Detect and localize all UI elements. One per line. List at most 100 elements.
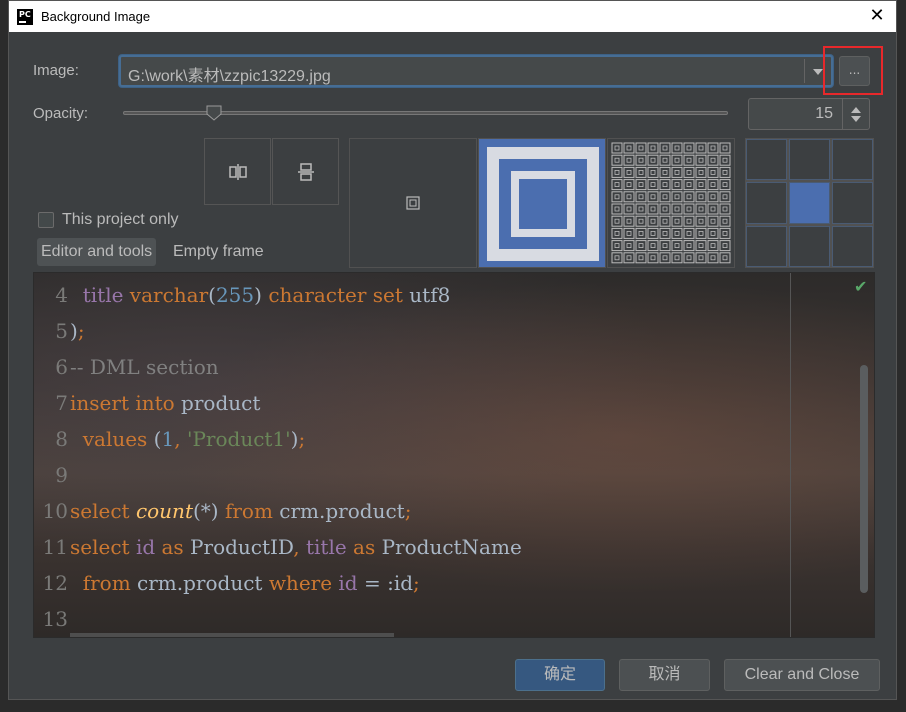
spin-up-icon[interactable]: [851, 107, 861, 113]
code-token: ;: [298, 427, 306, 451]
spinner-separator: [842, 99, 843, 129]
anchor-top-center[interactable]: [789, 139, 830, 181]
anchor-top-left[interactable]: [746, 139, 787, 181]
this-project-only-label[interactable]: This project only: [62, 211, 179, 229]
image-path-combo[interactable]: G:\work\素材\zzpic13229.jpg: [119, 55, 833, 87]
scale-fill-icon: [487, 147, 599, 261]
preview-pane: 4 title varchar(255) character set utf8 5…: [33, 272, 875, 638]
line-number: 11: [42, 535, 68, 559]
code-token: id: [135, 535, 156, 559]
code-token: ProductName: [375, 535, 522, 559]
anchor-bottom-left[interactable]: [746, 225, 787, 267]
line-number: 4: [55, 283, 68, 307]
line-number: 13: [42, 607, 68, 631]
fill-mode-scale[interactable]: [478, 138, 606, 268]
background-image-dialog: PC Background Image ✕ Image: G:\work\素材\…: [8, 0, 897, 700]
tab-empty-frame[interactable]: Empty frame: [169, 238, 268, 266]
code-token: from: [224, 499, 273, 523]
code-token: varchar: [129, 283, 209, 307]
code-token: insert into: [70, 391, 175, 415]
code-token: ProductID: [183, 535, 294, 559]
pycharm-icon: PC: [17, 8, 33, 25]
combo-separator: [804, 59, 805, 83]
line-number: 7: [55, 391, 68, 415]
opacity-value[interactable]: 15: [815, 105, 833, 123]
code-token: product: [174, 391, 261, 415]
tab-editor-and-tools[interactable]: Editor and tools: [37, 238, 157, 266]
code-token: (: [208, 283, 216, 307]
anchor-grid: [745, 138, 874, 268]
code-token: as: [353, 535, 376, 559]
code-token: utf8: [402, 283, 451, 307]
right-margin-guide: [790, 273, 791, 637]
line-number: 12: [42, 571, 68, 595]
line-number: 6: [55, 355, 68, 379]
code-line: 11 select id as ProductID, title as Produ…: [34, 529, 522, 565]
code-token: (: [147, 427, 162, 451]
ok-button[interactable]: 确定: [515, 659, 605, 691]
opacity-slider-thumb[interactable]: [206, 105, 222, 121]
cancel-button[interactable]: 取消: [619, 659, 710, 691]
this-project-only-row[interactable]: This project only: [38, 211, 179, 229]
this-project-only-checkbox[interactable]: [38, 212, 54, 228]
code-token: title: [305, 535, 347, 559]
code-token: from: [82, 571, 131, 595]
flip-vertical-icon: [297, 162, 314, 181]
code-line: 12 from crm.product where id = :id;: [34, 565, 420, 601]
anchor-top-right[interactable]: [832, 139, 873, 181]
opacity-spinner[interactable]: 15: [748, 98, 870, 130]
code-token: as: [161, 535, 184, 559]
code-line: 5);: [34, 313, 85, 349]
anchor-center[interactable]: [789, 182, 830, 224]
code-line: 13: [34, 601, 70, 637]
highlight-annotation: [823, 46, 883, 95]
code-token: values: [82, 427, 148, 451]
line-number: 10: [42, 499, 68, 523]
line-number: 9: [55, 463, 68, 487]
tile-fill-icon: [611, 142, 731, 264]
anchor-bottom-center[interactable]: [789, 225, 830, 267]
checkmark-icon: ✔: [854, 277, 868, 296]
code-token: ;: [404, 499, 412, 523]
code-token: = :id: [357, 571, 414, 595]
anchor-middle-left[interactable]: [746, 182, 787, 224]
code-line: 4 title varchar(255) character set utf8: [34, 277, 450, 313]
code-token: crm.product: [130, 571, 269, 595]
anchor-middle-right[interactable]: [832, 182, 873, 224]
clear-and-close-button[interactable]: Clear and Close: [724, 659, 880, 691]
horizontal-scrollbar[interactable]: [70, 633, 394, 637]
code-token: where: [268, 571, 333, 595]
code-token: id: [338, 571, 358, 595]
chevron-down-icon[interactable]: [813, 69, 823, 75]
vertical-scrollbar[interactable]: [860, 365, 868, 593]
line-number: 8: [55, 427, 68, 451]
close-icon[interactable]: ✕: [866, 5, 888, 27]
anchor-bottom-right[interactable]: [832, 225, 873, 267]
code-token: select: [70, 535, 130, 559]
flip-horizontal-icon: [228, 163, 247, 180]
code-token: 255: [215, 283, 255, 307]
code-token: ;: [413, 571, 420, 595]
code-line: 9: [34, 457, 70, 493]
flip-vertical-button[interactable]: [272, 138, 339, 205]
code-token: ): [254, 283, 269, 307]
code-token: count: [135, 499, 193, 523]
code-token: crm.product: [272, 499, 405, 523]
code-line: 10 select count(*) from crm.product;: [34, 493, 412, 529]
fill-mode-plain[interactable]: [349, 138, 477, 268]
code-token: ;: [77, 319, 85, 343]
code-token: select: [70, 499, 130, 523]
image-label: Image:: [33, 62, 79, 79]
spin-down-icon[interactable]: [851, 116, 861, 122]
line-number: 5: [55, 319, 68, 343]
code-token: 1: [161, 427, 175, 451]
code-line: 6 -- DML section: [34, 349, 218, 385]
title-bar: PC Background Image ✕: [9, 1, 896, 32]
flip-horizontal-button[interactable]: [204, 138, 271, 205]
image-path-value[interactable]: G:\work\素材\zzpic13229.jpg: [128, 62, 331, 86]
fill-mode-tile[interactable]: [607, 138, 735, 268]
code-token: (*): [192, 499, 225, 523]
